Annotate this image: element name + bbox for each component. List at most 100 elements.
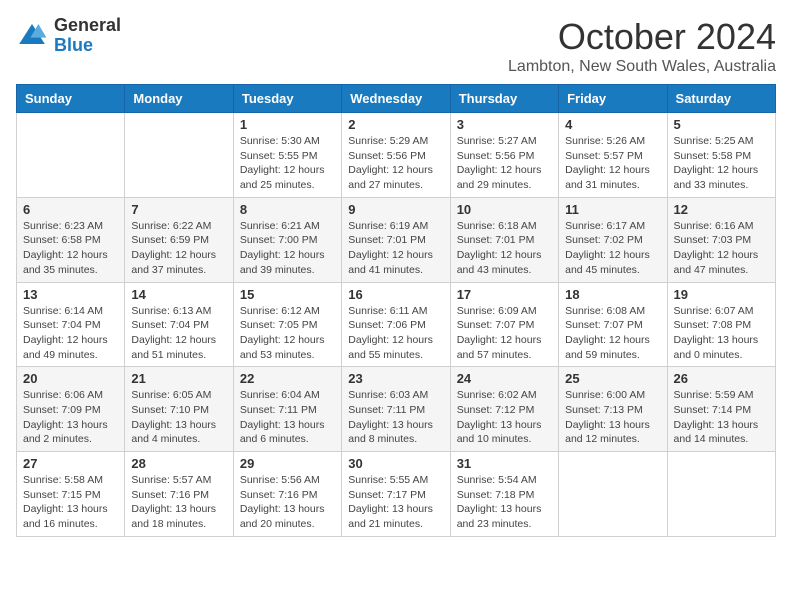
calendar-cell: 25 Sunrise: 6:00 AM Sunset: 7:13 PM Dayli…	[559, 367, 667, 452]
day-number: 13	[23, 287, 118, 302]
week-row-5: 27Sunrise: 5:58 AM Sunset: 7:15 PM Dayli…	[17, 452, 776, 537]
calendar-cell: 27Sunrise: 5:58 AM Sunset: 7:15 PM Dayli…	[17, 452, 125, 537]
calendar-cell: 28 Sunrise: 5:57 AM Sunset: 7:16 PM Dayli…	[125, 452, 233, 537]
calendar-cell: 3 Sunrise: 5:27 AM Sunset: 5:56 PM Daylig…	[450, 113, 558, 198]
day-number: 29	[240, 456, 335, 471]
week-row-2: 6 Sunrise: 6:23 AM Sunset: 6:58 PM Daylig…	[17, 197, 776, 282]
calendar-cell: 14 Sunrise: 6:13 AM Sunset: 7:04 PM Dayli…	[125, 282, 233, 367]
day-info: Sunrise: 5:58 AM Sunset: 7:15 PM Dayligh…	[23, 473, 118, 532]
day-number: 25	[565, 371, 660, 386]
day-info: Sunrise: 6:09 AM Sunset: 7:07 PM Dayligh…	[457, 304, 552, 363]
calendar-cell: 29 Sunrise: 5:56 AM Sunset: 7:16 PM Dayli…	[233, 452, 341, 537]
logo-icon	[16, 20, 48, 52]
day-info: Sunrise: 6:16 AM Sunset: 7:03 PM Dayligh…	[674, 219, 769, 278]
logo-blue-text: Blue	[54, 36, 121, 56]
day-info: Sunrise: 6:04 AM Sunset: 7:11 PM Dayligh…	[240, 388, 335, 447]
week-row-3: 13Sunrise: 6:14 AM Sunset: 7:04 PM Dayli…	[17, 282, 776, 367]
title-section: October 2024 Lambton, New South Wales, A…	[508, 16, 776, 76]
calendar-cell: 23 Sunrise: 6:03 AM Sunset: 7:11 PM Dayli…	[342, 367, 450, 452]
day-number: 7	[131, 202, 226, 217]
day-info: Sunrise: 6:02 AM Sunset: 7:12 PM Dayligh…	[457, 388, 552, 447]
calendar-cell	[17, 113, 125, 198]
calendar-cell: 12 Sunrise: 6:16 AM Sunset: 7:03 PM Dayli…	[667, 197, 775, 282]
calendar-cell: 21Sunrise: 6:05 AM Sunset: 7:10 PM Dayli…	[125, 367, 233, 452]
day-number: 19	[674, 287, 769, 302]
day-number: 17	[457, 287, 552, 302]
day-number: 23	[348, 371, 443, 386]
day-info: Sunrise: 6:19 AM Sunset: 7:01 PM Dayligh…	[348, 219, 443, 278]
day-number: 18	[565, 287, 660, 302]
calendar-cell: 30Sunrise: 5:55 AM Sunset: 7:17 PM Dayli…	[342, 452, 450, 537]
day-info: Sunrise: 5:27 AM Sunset: 5:56 PM Dayligh…	[457, 134, 552, 193]
day-info: Sunrise: 5:26 AM Sunset: 5:57 PM Dayligh…	[565, 134, 660, 193]
weekday-header-tuesday: Tuesday	[233, 85, 341, 113]
calendar-cell: 7 Sunrise: 6:22 AM Sunset: 6:59 PM Daylig…	[125, 197, 233, 282]
logo: General Blue	[16, 16, 121, 56]
calendar-cell: 13Sunrise: 6:14 AM Sunset: 7:04 PM Dayli…	[17, 282, 125, 367]
logo-general-text: General	[54, 16, 121, 36]
calendar-cell	[667, 452, 775, 537]
weekday-header-monday: Monday	[125, 85, 233, 113]
day-info: Sunrise: 6:06 AM Sunset: 7:09 PM Dayligh…	[23, 388, 118, 447]
day-info: Sunrise: 6:18 AM Sunset: 7:01 PM Dayligh…	[457, 219, 552, 278]
calendar-cell: 11Sunrise: 6:17 AM Sunset: 7:02 PM Dayli…	[559, 197, 667, 282]
calendar-table: SundayMondayTuesdayWednesdayThursdayFrid…	[16, 84, 776, 537]
calendar-cell: 2Sunrise: 5:29 AM Sunset: 5:56 PM Daylig…	[342, 113, 450, 198]
day-info: Sunrise: 6:12 AM Sunset: 7:05 PM Dayligh…	[240, 304, 335, 363]
calendar-cell: 31 Sunrise: 5:54 AM Sunset: 7:18 PM Dayli…	[450, 452, 558, 537]
day-number: 5	[674, 117, 769, 132]
calendar-cell: 24 Sunrise: 6:02 AM Sunset: 7:12 PM Dayli…	[450, 367, 558, 452]
calendar-cell: 17 Sunrise: 6:09 AM Sunset: 7:07 PM Dayli…	[450, 282, 558, 367]
day-info: Sunrise: 6:23 AM Sunset: 6:58 PM Dayligh…	[23, 219, 118, 278]
calendar-cell: 6 Sunrise: 6:23 AM Sunset: 6:58 PM Daylig…	[17, 197, 125, 282]
weekday-header-friday: Friday	[559, 85, 667, 113]
calendar-cell: 8Sunrise: 6:21 AM Sunset: 7:00 PM Daylig…	[233, 197, 341, 282]
calendar-cell: 5 Sunrise: 5:25 AM Sunset: 5:58 PM Daylig…	[667, 113, 775, 198]
calendar-cell: 22 Sunrise: 6:04 AM Sunset: 7:11 PM Dayli…	[233, 367, 341, 452]
day-info: Sunrise: 6:00 AM Sunset: 7:13 PM Dayligh…	[565, 388, 660, 447]
day-info: Sunrise: 5:25 AM Sunset: 5:58 PM Dayligh…	[674, 134, 769, 193]
day-info: Sunrise: 5:56 AM Sunset: 7:16 PM Dayligh…	[240, 473, 335, 532]
weekday-header-thursday: Thursday	[450, 85, 558, 113]
day-number: 10	[457, 202, 552, 217]
day-info: Sunrise: 6:07 AM Sunset: 7:08 PM Dayligh…	[674, 304, 769, 363]
day-number: 9	[348, 202, 443, 217]
calendar-cell: 1 Sunrise: 5:30 AM Sunset: 5:55 PM Daylig…	[233, 113, 341, 198]
day-number: 3	[457, 117, 552, 132]
day-info: Sunrise: 6:08 AM Sunset: 7:07 PM Dayligh…	[565, 304, 660, 363]
day-info: Sunrise: 6:11 AM Sunset: 7:06 PM Dayligh…	[348, 304, 443, 363]
day-info: Sunrise: 5:30 AM Sunset: 5:55 PM Dayligh…	[240, 134, 335, 193]
calendar-cell: 18 Sunrise: 6:08 AM Sunset: 7:07 PM Dayli…	[559, 282, 667, 367]
day-number: 14	[131, 287, 226, 302]
day-number: 12	[674, 202, 769, 217]
day-info: Sunrise: 5:55 AM Sunset: 7:17 PM Dayligh…	[348, 473, 443, 532]
day-number: 24	[457, 371, 552, 386]
calendar-cell: 15 Sunrise: 6:12 AM Sunset: 7:05 PM Dayli…	[233, 282, 341, 367]
day-number: 31	[457, 456, 552, 471]
day-number: 8	[240, 202, 335, 217]
calendar-cell: 10 Sunrise: 6:18 AM Sunset: 7:01 PM Dayli…	[450, 197, 558, 282]
day-info: Sunrise: 6:17 AM Sunset: 7:02 PM Dayligh…	[565, 219, 660, 278]
day-info: Sunrise: 6:13 AM Sunset: 7:04 PM Dayligh…	[131, 304, 226, 363]
calendar-cell: 20 Sunrise: 6:06 AM Sunset: 7:09 PM Dayli…	[17, 367, 125, 452]
weekday-header-sunday: Sunday	[17, 85, 125, 113]
day-info: Sunrise: 5:54 AM Sunset: 7:18 PM Dayligh…	[457, 473, 552, 532]
day-number: 2	[348, 117, 443, 132]
day-number: 4	[565, 117, 660, 132]
day-info: Sunrise: 6:03 AM Sunset: 7:11 PM Dayligh…	[348, 388, 443, 447]
day-number: 16	[348, 287, 443, 302]
weekday-header-wednesday: Wednesday	[342, 85, 450, 113]
day-number: 1	[240, 117, 335, 132]
calendar-cell	[559, 452, 667, 537]
day-number: 26	[674, 371, 769, 386]
day-number: 22	[240, 371, 335, 386]
day-info: Sunrise: 5:57 AM Sunset: 7:16 PM Dayligh…	[131, 473, 226, 532]
day-info: Sunrise: 5:59 AM Sunset: 7:14 PM Dayligh…	[674, 388, 769, 447]
day-number: 28	[131, 456, 226, 471]
month-title: October 2024	[508, 16, 776, 58]
day-info: Sunrise: 6:22 AM Sunset: 6:59 PM Dayligh…	[131, 219, 226, 278]
day-number: 20	[23, 371, 118, 386]
day-number: 15	[240, 287, 335, 302]
page-header: General Blue October 2024 Lambton, New S…	[16, 16, 776, 76]
day-number: 6	[23, 202, 118, 217]
